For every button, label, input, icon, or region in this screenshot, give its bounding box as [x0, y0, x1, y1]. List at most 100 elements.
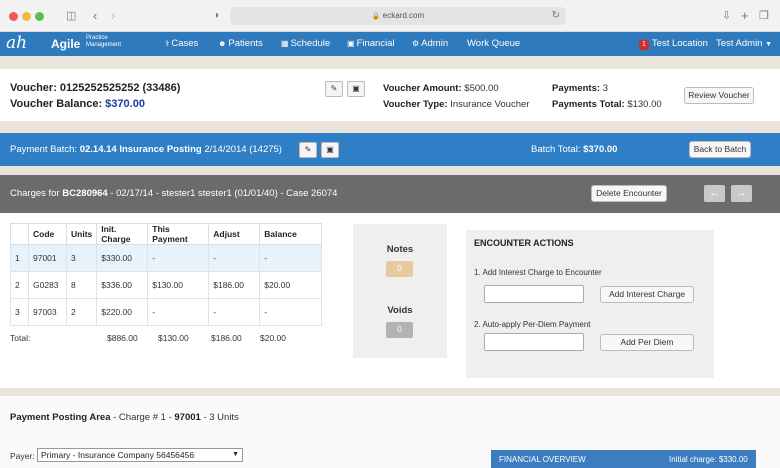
totals-label: Total: — [10, 333, 31, 343]
total-init-charge: $886.00 — [107, 333, 138, 343]
next-encounter-button[interactable]: → — [731, 185, 752, 202]
col-header-balance: Balance — [259, 223, 323, 245]
window-maximize-button[interactable] — [35, 12, 44, 21]
money-icon: ▣ — [347, 39, 355, 48]
shield-icon[interactable]: ◑ — [213, 7, 219, 25]
tabs-overview-icon[interactable]: ❐ — [759, 7, 769, 25]
url-text: eckard.com — [382, 11, 425, 20]
trash-icon: ▣ — [352, 84, 360, 93]
total-adjust: $186.00 — [211, 333, 242, 343]
charges-panel: Code Units Init. Charge This Payment Adj… — [0, 213, 780, 388]
charges-table: Code Units Init. Charge This Payment Adj… — [10, 223, 323, 326]
caret-down-icon: ▼ — [765, 41, 773, 48]
charges-header-bar: Charges for BC280964 - 02/17/14 - steste… — [0, 175, 780, 213]
chevron-down-icon: ▼ — [232, 451, 239, 458]
browser-toolbar: ◫ ‹ › ◑ 🔒 eckard.com ↻ ⇩ + ❐ — [0, 0, 780, 32]
edit-icon: ✎ — [330, 84, 338, 93]
cell-balance: - — [259, 298, 323, 326]
payer-select[interactable]: Primary - Insurance Company 56456456 ▼ — [37, 448, 243, 462]
cell-index: 1 — [10, 244, 29, 272]
new-tab-icon[interactable]: + — [741, 7, 749, 25]
stethoscope-icon: ⚕ — [165, 39, 170, 48]
table-row[interactable]: 3 97003 2 $220.00 - - - — [10, 298, 323, 326]
gears-icon: ⚙ — [412, 39, 420, 48]
calendar-icon: ▦ — [281, 39, 289, 48]
col-header-adjust: Adjust — [208, 223, 261, 245]
nav-schedule[interactable]: ▦ Schedule — [281, 38, 330, 49]
delete-batch-button[interactable]: ▣ — [321, 142, 339, 158]
nav-patients[interactable]: ☻ Patients — [218, 38, 263, 49]
payments-total: Payments Total: $130.00 — [552, 99, 662, 110]
col-header-this-payment: This Payment — [147, 223, 210, 245]
download-icon[interactable]: ⇩ — [722, 7, 731, 25]
app-logo[interactable]: ah — [6, 33, 27, 53]
financial-overview-title: FINANCIAL OVERVIEW — [499, 455, 586, 464]
total-balance: $20.00 — [260, 333, 286, 343]
cell-this-payment: $130.00 — [147, 271, 210, 299]
cell-units: 2 — [65, 298, 98, 326]
nav-cases[interactable]: ⚕ Cases — [165, 38, 198, 49]
notes-label: Notes — [386, 244, 414, 255]
nav-location[interactable]: 1 Test Location — [639, 38, 708, 50]
voucher-type: Voucher Type: Insurance Voucher — [383, 99, 530, 110]
back-icon[interactable]: ‹ — [93, 7, 97, 25]
window-minimize-button[interactable] — [22, 12, 31, 21]
per-diem-input[interactable] — [484, 333, 584, 351]
table-row[interactable]: 1 97001 3 $330.00 - - - — [10, 244, 323, 272]
location-badge: 1 — [639, 40, 649, 50]
nav-admin[interactable]: ⚙ Admin — [412, 38, 448, 49]
sidebar-toggle-icon[interactable]: ◫ — [66, 7, 76, 25]
initial-charge: Initial charge: $330.00 — [669, 455, 748, 464]
cell-init-charge: $336.00 — [96, 271, 149, 299]
arrow-left-icon: ← — [709, 187, 720, 199]
voids-count-badge[interactable]: 0 — [386, 322, 413, 338]
add-per-diem-button[interactable]: Add Per Diem — [600, 334, 694, 351]
per-diem-label: 2. Auto-apply Per-Diem Payment — [474, 320, 591, 329]
delete-voucher-button[interactable]: ▣ — [347, 81, 365, 97]
voids-label: Voids — [387, 305, 413, 316]
financial-overview-header: FINANCIAL OVERVIEW Initial charge: $330.… — [491, 450, 756, 468]
nav-user-menu[interactable]: Test Admin ▼ — [716, 38, 772, 49]
cell-this-payment: - — [147, 244, 210, 272]
reload-icon[interactable]: ↻ — [552, 7, 560, 25]
window-close-button[interactable] — [9, 12, 18, 21]
cell-adjust: - — [208, 298, 261, 326]
cell-units: 3 — [65, 244, 98, 272]
notes-count-badge[interactable]: 0 — [386, 261, 413, 277]
voucher-panel: Voucher: 0125252525252 (33486) Voucher B… — [0, 69, 780, 121]
encounter-actions-panel: ENCOUNTER ACTIONS 1. Add Interest Charge… — [466, 230, 714, 378]
encounter-actions-title: ENCOUNTER ACTIONS — [474, 238, 574, 248]
voucher-balance: Voucher Balance: $370.00 — [10, 98, 145, 110]
payer-label: Payer: — [10, 451, 35, 461]
address-bar[interactable]: 🔒 eckard.com ↻ — [230, 7, 566, 25]
lock-icon: 🔒 — [371, 13, 381, 20]
nav-financial[interactable]: ▣ Financial — [347, 38, 395, 49]
cell-units: 8 — [65, 271, 98, 299]
cell-code: 97001 — [28, 244, 67, 272]
delete-encounter-button[interactable]: Delete Encounter — [591, 185, 667, 202]
total-this-payment: $130.00 — [158, 333, 189, 343]
edit-voucher-button[interactable]: ✎ — [325, 81, 343, 97]
payments-count: Payments: 3 — [552, 83, 608, 94]
brand-subtitle: Practice Management — [86, 35, 122, 48]
nav-work-queue[interactable]: Work Queue — [467, 38, 520, 49]
interest-charge-input[interactable] — [484, 285, 584, 303]
cell-code: G0283 — [28, 271, 67, 299]
payment-batch-bar: Payment Batch: 02.14.14 Insurance Postin… — [0, 133, 780, 166]
review-voucher-button[interactable]: Review Voucher — [684, 87, 754, 104]
cell-code: 97003 — [28, 298, 67, 326]
cell-adjust: - — [208, 244, 261, 272]
arrow-right-icon: → — [736, 187, 747, 199]
edit-batch-button[interactable]: ✎ — [299, 142, 317, 158]
user-icon: ☻ — [218, 39, 227, 48]
col-header-units: Units — [65, 223, 98, 245]
forward-icon[interactable]: › — [111, 7, 115, 25]
previous-encounter-button[interactable]: ← — [704, 185, 725, 202]
col-header-init-charge: Init. Charge — [96, 223, 149, 245]
cell-index: 3 — [10, 298, 29, 326]
add-interest-charge-button[interactable]: Add Interest Charge — [600, 286, 694, 303]
back-to-batch-button[interactable]: Back to Batch — [689, 141, 751, 158]
main-nav: ah Agile Practice Management ⚕ Cases ☻ Pati… — [0, 32, 780, 56]
payment-posting-area: Payment Posting Area - Charge # 1 - 9700… — [0, 396, 780, 468]
table-row[interactable]: 2 G0283 8 $336.00 $130.00 $186.00 $20.00 — [10, 271, 323, 299]
